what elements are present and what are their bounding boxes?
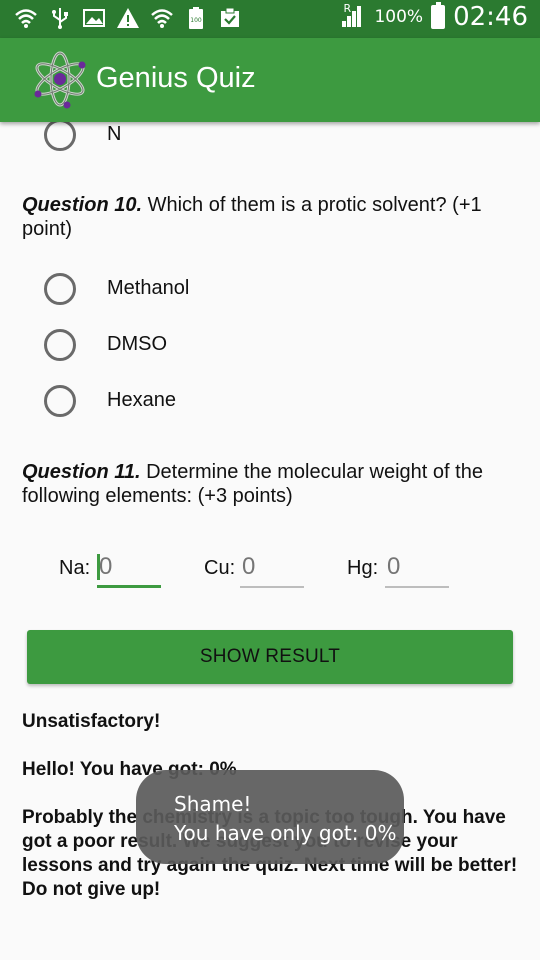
svg-text:100: 100 <box>190 17 202 24</box>
signal-icon: R <box>342 2 366 29</box>
question-11: Question 11. Determine the molecular wei… <box>22 460 512 508</box>
toast-message: Shame! You have only got: 0% <box>136 770 404 864</box>
roaming-indicator: R <box>343 2 352 15</box>
radio-option-hexane[interactable]: Hexane <box>44 385 176 417</box>
radio-option-label: Hexane <box>107 389 176 411</box>
na-label: Na: <box>59 557 91 579</box>
battery-percent: 100% <box>374 7 424 27</box>
result-grade: Unsatisfactory! <box>22 711 161 732</box>
radio-button[interactable] <box>44 119 76 151</box>
wifi-icon <box>151 9 173 28</box>
radio-option-label: Methanol <box>107 277 190 299</box>
radio-option-n[interactable]: N <box>44 119 121 151</box>
status-right: R 100% 02:46 <box>342 2 528 32</box>
clipboard-check-icon <box>221 7 239 27</box>
hg-label: Hg: <box>347 557 379 579</box>
radio-button[interactable] <box>44 329 76 361</box>
image-icon <box>83 9 105 27</box>
text-cursor <box>97 554 100 580</box>
clock: 02:46 <box>453 2 528 32</box>
radio-option-dmso[interactable]: DMSO <box>44 329 167 361</box>
notification-icons: 100 <box>14 6 242 30</box>
app-bar: Genius Quiz <box>0 38 540 122</box>
hg-weight-input[interactable] <box>385 548 449 588</box>
radio-button[interactable] <box>44 385 76 417</box>
app-title: Genius Quiz <box>96 62 256 94</box>
question-number: Question 10. <box>22 194 143 216</box>
toast-line-1: Shame! <box>174 792 252 816</box>
toast-line-2: You have only got: 0% <box>174 821 397 845</box>
radio-option-label: DMSO <box>107 333 167 355</box>
radio-option-methanol[interactable]: Methanol <box>44 273 189 305</box>
battery-icon <box>431 2 446 29</box>
status-bar: 100 R 100% 02:46 <box>0 0 540 38</box>
question-number: Question 11. <box>22 461 141 483</box>
na-weight-input[interactable] <box>97 548 161 588</box>
atom-icon <box>34 51 86 109</box>
wifi-icon <box>15 9 37 28</box>
radio-button[interactable] <box>44 273 76 305</box>
usb-icon <box>52 8 68 29</box>
show-result-button[interactable]: SHOW RESULT <box>27 630 513 684</box>
cu-weight-input[interactable] <box>240 548 304 588</box>
question-10: Question 10. Which of them is a protic s… <box>22 193 512 241</box>
warning-icon <box>117 8 139 28</box>
cu-label: Cu: <box>204 557 236 579</box>
radio-option-label: N <box>107 123 122 145</box>
battery-100-icon: 100 <box>189 7 203 29</box>
